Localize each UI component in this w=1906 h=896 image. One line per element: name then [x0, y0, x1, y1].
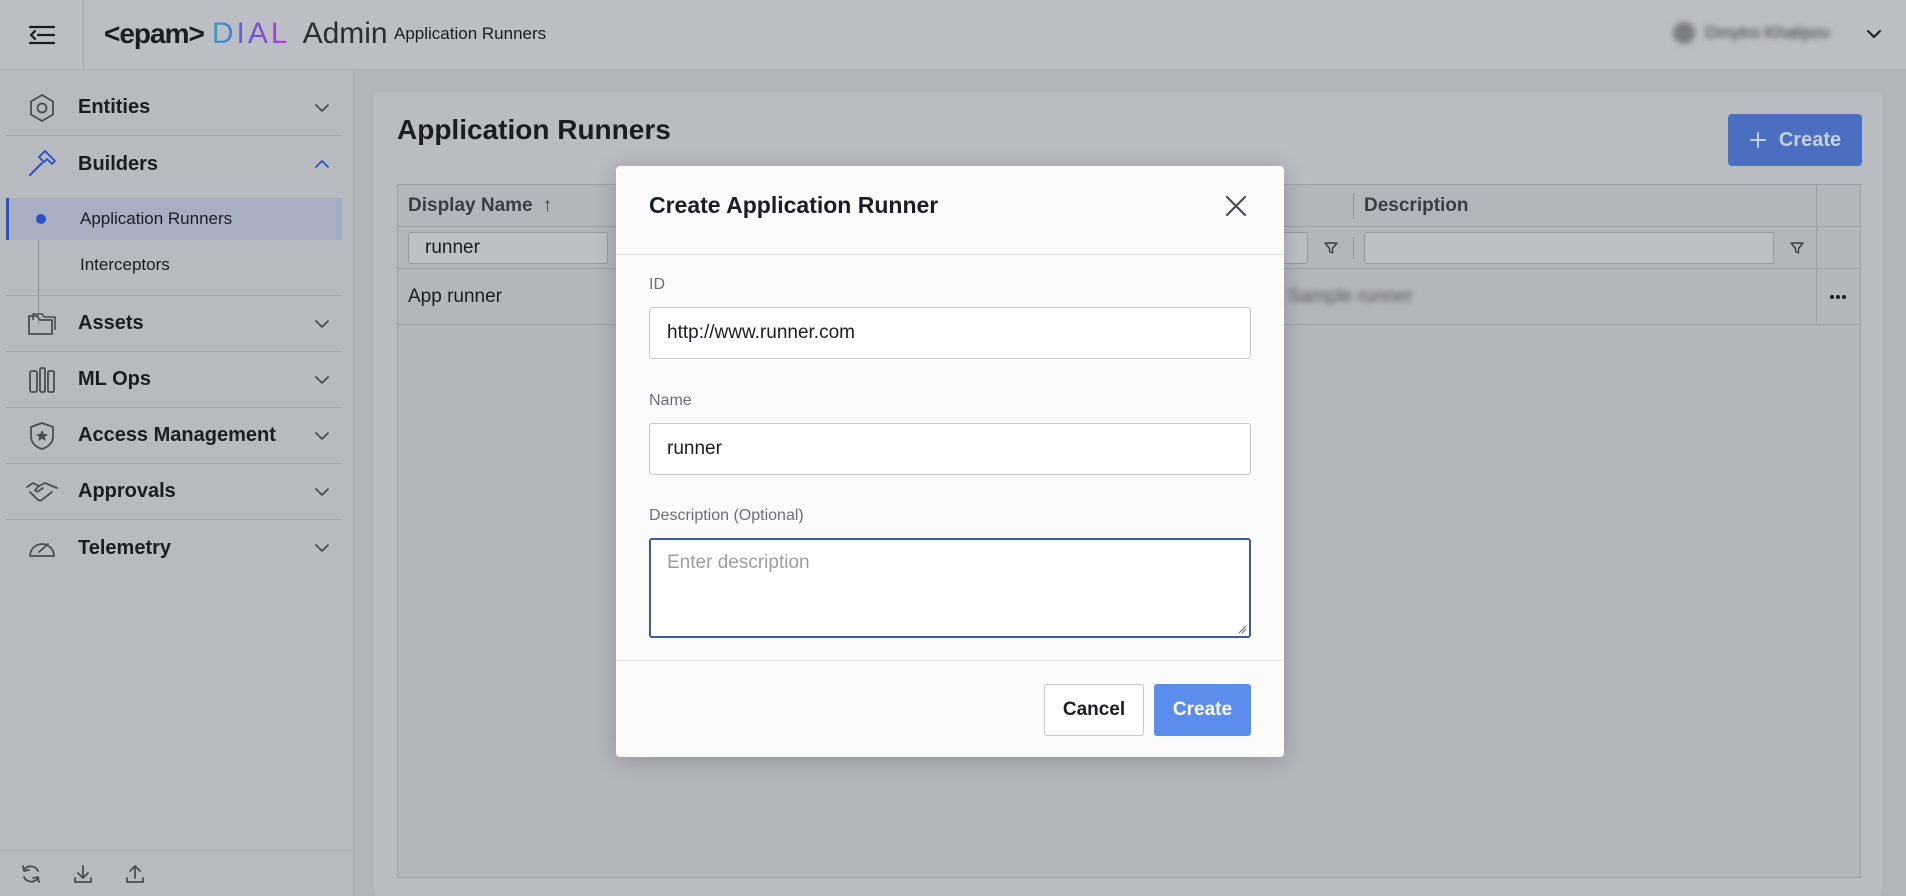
logo-epam: <epam>: [104, 18, 205, 49]
close-icon: [1225, 195, 1247, 217]
display-name-filter-input[interactable]: runner: [408, 232, 608, 264]
sidebar-group-label: Entities: [78, 96, 151, 118]
dialog-header: Create Application Runner: [616, 166, 1284, 255]
folder-icon: [28, 312, 56, 335]
shield-icon: [30, 421, 54, 450]
upload-icon[interactable]: [124, 863, 146, 885]
sidebar-footer: [0, 850, 354, 896]
chevron-down-icon: [315, 431, 329, 440]
app-header: <epam> DIAL Admin Application Runners Dm…: [0, 0, 1906, 70]
chevron-down-icon: [315, 375, 329, 384]
description-label: Description (Optional): [649, 507, 804, 524]
logo-admin: Admin: [302, 17, 388, 50]
create-label: Create: [1778, 128, 1842, 151]
cell-description: Sample runner: [1288, 286, 1413, 307]
sidebar-group-label: Approvals: [78, 480, 176, 502]
description-filter-input[interactable]: [1364, 232, 1774, 264]
id-label: ID: [649, 276, 665, 293]
user-name: Dmytro Khalipov: [1705, 23, 1830, 42]
sidebar-group-label: Access Management: [78, 424, 276, 446]
hexagon-icon: [30, 93, 54, 122]
sidebar-item-label: Application Runners: [80, 209, 233, 228]
logo-dial: DIAL: [211, 17, 291, 50]
filter-value: runner: [425, 237, 480, 258]
filter-icon[interactable]: [1789, 240, 1805, 256]
app-logo[interactable]: <epam> DIAL Admin: [104, 14, 388, 54]
description-placeholder: Enter description: [667, 552, 810, 573]
sidebar-group-ml-ops[interactable]: ML Ops: [6, 352, 342, 408]
dialog-title: Create Application Runner: [649, 192, 939, 218]
menu-toggle-button[interactable]: [0, 0, 84, 70]
more-horizontal-icon: [1830, 295, 1846, 299]
sidebar-group-telemetry[interactable]: Telemetry: [6, 520, 342, 576]
column-separator: [1353, 237, 1354, 259]
sidebar-group-label: ML Ops: [78, 368, 151, 390]
user-menu[interactable]: Dmytro Khalipov: [1673, 22, 1830, 44]
sidebar-group-label: Assets: [78, 312, 144, 334]
column-label: Description: [1364, 195, 1469, 216]
plus-icon: [1749, 132, 1766, 148]
tools-icon: [29, 366, 55, 393]
column-header-display-name[interactable]: Display Name ↑: [398, 185, 638, 227]
menu-icon: [28, 25, 55, 45]
id-value: http://www.runner.com: [667, 322, 855, 343]
chevron-down-icon: [315, 544, 329, 552]
dialog-footer: Cancel Create: [616, 660, 1284, 757]
page-title: Application Runners: [397, 114, 671, 145]
cancel-button[interactable]: Cancel: [1044, 684, 1144, 736]
filter-icon[interactable]: [1323, 240, 1339, 256]
chevron-down-icon: [315, 319, 329, 328]
cell-display-name: App runner: [408, 286, 503, 307]
resize-handle-icon[interactable]: [1237, 624, 1247, 634]
sidebar-group-entities[interactable]: Entities: [6, 80, 342, 136]
name-label: Name: [649, 392, 692, 409]
sidebar-item-interceptors[interactable]: Interceptors: [6, 244, 342, 286]
hammer-icon: [29, 150, 56, 176]
gauge-icon: [29, 543, 55, 557]
row-actions-button[interactable]: [1816, 269, 1860, 325]
sidebar-group-access-management[interactable]: Access Management: [6, 408, 342, 464]
create-runner-dialog: Create Application Runner ID http://www.…: [616, 166, 1284, 757]
sidebar-group-label: Telemetry: [78, 536, 172, 559]
sidebar-item-label: Interceptors: [80, 255, 170, 274]
avatar: [1673, 22, 1696, 44]
actions-column-divider: [1816, 185, 1817, 325]
sort-asc-icon: ↑: [542, 195, 553, 216]
breadcrumb: Application Runners: [394, 24, 547, 43]
create-button[interactable]: Create: [1154, 684, 1251, 736]
sidebar: Entities Builders Application Runners In…: [0, 70, 354, 896]
sidebar-group-builders[interactable]: Builders: [6, 136, 342, 192]
name-value: runner: [667, 438, 722, 459]
chevron-down-icon: [315, 487, 329, 496]
download-icon[interactable]: [72, 863, 94, 885]
sidebar-item-application-runners[interactable]: Application Runners: [6, 198, 342, 240]
chevron-down-icon[interactable]: [1864, 24, 1884, 49]
column-label: Display Name: [408, 195, 533, 216]
name-field[interactable]: runner: [649, 423, 1251, 475]
chevron-down-icon: [315, 103, 329, 112]
active-dot: [36, 214, 46, 224]
description-textarea[interactable]: Enter description: [649, 538, 1251, 638]
handshake-icon: [26, 481, 58, 501]
refresh-icon[interactable]: [20, 863, 42, 885]
column-header-description[interactable]: Description: [1354, 185, 1754, 227]
close-button[interactable]: [1220, 190, 1252, 222]
create-runner-button[interactable]: Create: [1728, 114, 1862, 166]
id-field[interactable]: http://www.runner.com: [649, 307, 1251, 359]
sidebar-group-approvals[interactable]: Approvals: [6, 464, 342, 520]
chevron-up-icon: [315, 160, 329, 168]
sidebar-group-assets[interactable]: Assets: [6, 296, 342, 352]
sidebar-group-label: Builders: [78, 152, 159, 175]
